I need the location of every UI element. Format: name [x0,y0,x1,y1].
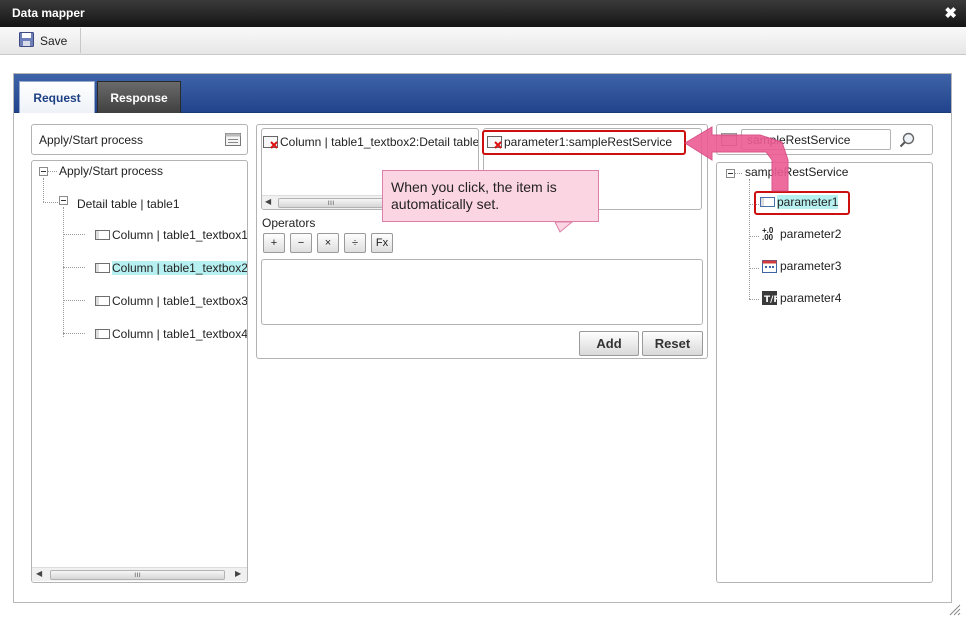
minus-operator-button[interactable]: − [290,233,312,253]
window-title: Data mapper [12,6,85,20]
search-input[interactable] [741,129,891,150]
tree-node-parameter-2[interactable]: +.0.00 parameter2 [762,226,841,242]
right-tree-panel: sampleRestService parameter1 +.0.00 para… [716,162,933,583]
calendar-icon [762,259,778,273]
column-icon [95,296,110,306]
scroll-thumb[interactable]: ııı [278,198,384,208]
resize-grip-icon[interactable] [949,604,961,619]
tab-request[interactable]: Request [19,81,95,113]
function-operator-button[interactable]: Fx [371,233,393,253]
tab-response[interactable]: Response [97,81,181,113]
save-button[interactable]: Save [9,28,81,53]
scroll-left-icon[interactable]: ◀ [36,569,42,578]
source-field[interactable]: Column | table1_textbox2:Detail table [263,135,478,149]
scroll-left-icon[interactable]: ◀ [265,197,271,206]
operators-label: Operators [262,216,316,230]
floppy-disk-icon [19,31,34,50]
right-search-panel [716,124,933,155]
tree-node-column-3[interactable]: Column | table1_textbox3 [95,294,247,308]
collapse-toggle-icon[interactable] [59,196,68,205]
collapse-toggle-icon[interactable] [39,167,48,176]
tree-node-parameter-3[interactable]: parameter3 [762,259,841,273]
tree-node-parameter-4[interactable]: T/F parameter4 [762,291,841,305]
tree-node-table[interactable]: Detail table | table1 [77,197,180,211]
close-icon[interactable]: ✖ [944,4,957,22]
tree-node-column-4[interactable]: Column | table1_textbox4 [95,327,247,341]
tree-node-column-1[interactable]: Column | table1_textbox1 [95,228,247,242]
add-button[interactable]: Add [579,331,639,356]
multiply-operator-button[interactable]: × [317,233,339,253]
form-icon [721,133,737,149]
annotation-callout: When you click, the item is automaticall… [382,170,599,222]
divide-operator-button[interactable]: ÷ [344,233,366,253]
highlight-parameter1 [754,191,850,215]
scroll-right-icon[interactable]: ▶ [235,569,241,578]
left-horizontal-scrollbar[interactable]: ◀ ııı ▶ [32,567,247,581]
search-icon[interactable] [899,132,915,151]
column-icon [95,230,110,240]
left-header-field[interactable]: Apply/Start process [31,124,248,155]
plus-operator-button[interactable]: + [263,233,285,253]
column-icon [95,263,110,273]
svg-text:T/F: T/F [764,295,777,305]
reset-button[interactable]: Reset [642,331,703,356]
highlight-target-field [482,130,686,155]
save-button-label: Save [40,33,68,48]
boolean-icon: T/F [762,291,780,305]
title-bar: Data mapper ✖ [0,0,966,27]
tree-node-column-2[interactable]: Column | table1_textbox2 [95,261,247,275]
expression-textarea[interactable] [261,259,703,325]
numeric-icon: +.0.00 [762,226,774,242]
left-header-text: Apply/Start process [39,133,144,147]
left-tree-panel: Apply/Start process Detail table | table… [31,160,248,583]
collapse-toggle-icon[interactable] [726,169,735,178]
tab-bar: Request Response [14,74,951,113]
toolbar: Save [0,27,966,55]
tree-node-root[interactable]: Apply/Start process [59,164,163,178]
scroll-thumb[interactable]: ııı [50,570,225,580]
form-icon[interactable] [225,133,241,149]
mapped-column-icon [263,135,279,149]
tree-node-service[interactable]: sampleRestService [745,165,848,179]
column-icon [95,329,110,339]
